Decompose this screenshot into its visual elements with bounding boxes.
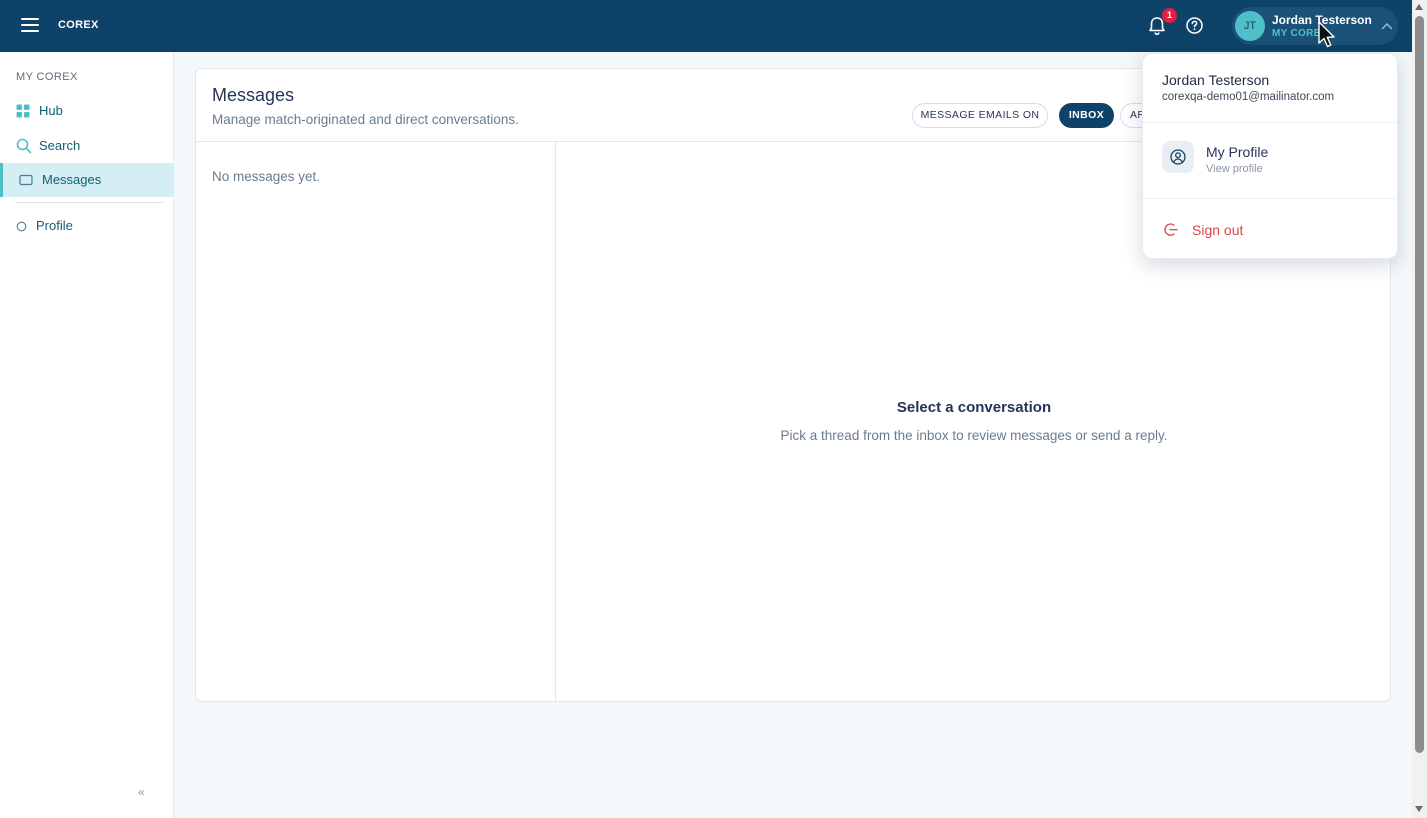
collapse-sidebar-button[interactable]: « (138, 785, 145, 799)
top-bar: COREX 1 JT Jordan Testerson MY COREX (0, 0, 1412, 52)
user-menu-button[interactable]: JT Jordan Testerson MY COREX (1232, 7, 1398, 45)
sidebar-divider (16, 202, 163, 203)
menu-user-name: Jordan Testerson (1162, 72, 1270, 88)
avatar: JT (1235, 11, 1265, 41)
message-icon (19, 174, 33, 186)
sidebar-item-search[interactable]: Search (0, 129, 174, 163)
menu-item-sublabel: View profile (1206, 163, 1263, 175)
brand-logo[interactable]: COREX (58, 19, 99, 31)
scroll-thumb[interactable] (1415, 16, 1424, 753)
menu-user-email: corexqa-demo01@mailinator.com (1162, 91, 1335, 103)
sidebar-item-label: Search (39, 138, 81, 153)
menu-item-label: Sign out (1192, 222, 1244, 238)
sidebar-item-label: Profile (36, 218, 73, 233)
sidebar-item-profile[interactable]: Profile (0, 209, 174, 243)
page-subtitle: Manage match-originated and direct conve… (212, 112, 519, 127)
menu-icon[interactable] (21, 18, 39, 32)
help-icon[interactable] (1185, 16, 1204, 35)
empty-detail-title: Select a conversation (896, 399, 1052, 416)
page-scrollbar[interactable] (1412, 0, 1427, 818)
sign-out-menu-item[interactable]: Sign out (1143, 212, 1397, 250)
menu-item-label: My Profile (1206, 144, 1269, 160)
mouse-cursor-icon (1318, 21, 1335, 48)
tab-inbox[interactable]: INBOX (1059, 103, 1114, 128)
circle-icon (16, 221, 27, 232)
sidebar-item-label: Hub (39, 103, 63, 118)
scroll-up-arrow-icon[interactable] (1415, 4, 1423, 10)
conversation-list: No messages yet. (196, 142, 556, 701)
scroll-down-arrow-icon[interactable] (1415, 806, 1423, 812)
sidebar-item-hub[interactable]: Hub (0, 94, 174, 128)
page-title: Messages (212, 85, 295, 105)
sidebar-item-label: Messages (42, 172, 102, 187)
menu-divider (1143, 198, 1397, 199)
sidebar-item-messages[interactable]: Messages (0, 163, 174, 197)
grid-icon (16, 104, 30, 118)
sidebar-section-label: MY COREX (16, 71, 78, 83)
empty-list-message: No messages yet. (212, 169, 321, 184)
search-icon (16, 138, 32, 154)
user-circle-icon (1170, 149, 1186, 165)
user-dropdown-menu: Jordan Testerson corexqa-demo01@mailinat… (1142, 53, 1398, 259)
chevron-up-icon (1381, 22, 1393, 30)
notification-badge: 1 (1162, 8, 1177, 23)
my-profile-menu-item[interactable]: My Profile View profile (1143, 130, 1397, 192)
profile-icon-tile (1162, 141, 1194, 173)
menu-divider (1143, 122, 1397, 123)
sidebar: MY COREX Hub Search Messages Profile « (0, 52, 174, 818)
empty-detail-subtitle: Pick a thread from the inbox to review m… (780, 428, 1168, 443)
logout-icon (1164, 223, 1178, 236)
message-emails-toggle[interactable]: MESSAGE EMAILS ON (912, 103, 1048, 128)
